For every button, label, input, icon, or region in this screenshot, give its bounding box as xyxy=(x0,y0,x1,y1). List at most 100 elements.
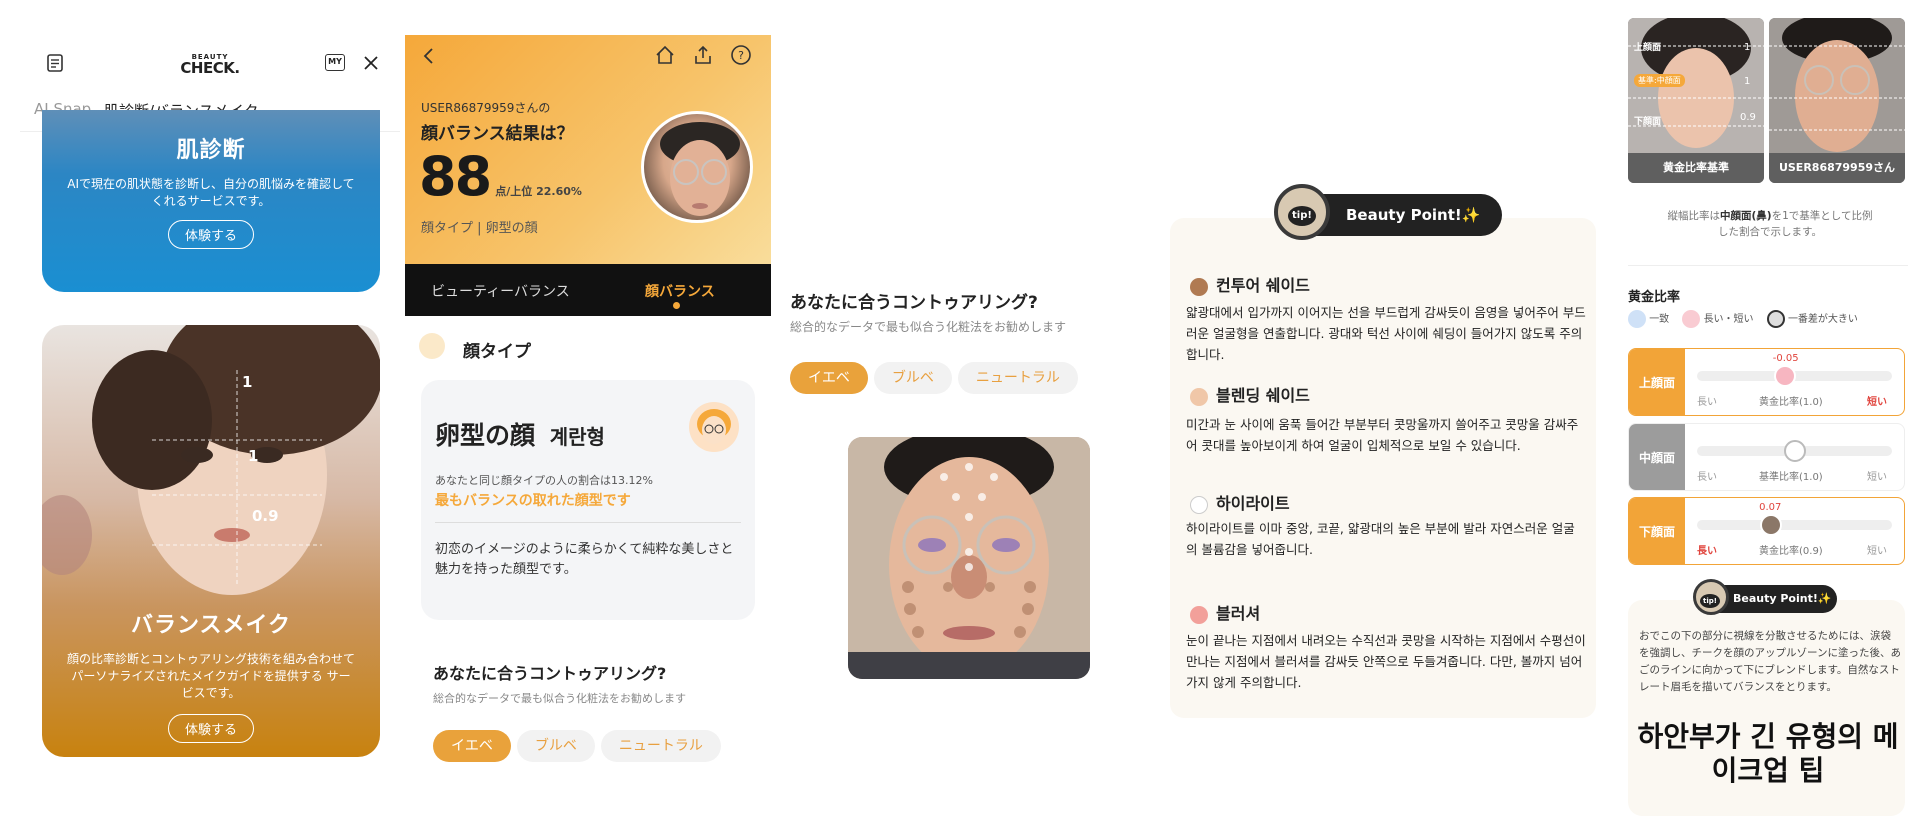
face-desc: 初恋のイメージのように柔らかくて純粋な美しさと魅力を持った顔型です。 xyxy=(435,542,734,577)
section-blending-shade: 블렌딩 쉐이드 xyxy=(1190,382,1310,406)
contour-sub: 総合的なデータで最も似合う化粧法をお勧めします xyxy=(790,320,1067,334)
highlight-color-dot xyxy=(1190,495,1208,514)
tip-text: おでこの下の部分に視線を分散させるためには、涙袋を強調し、チークを顔のアップルゾ… xyxy=(1639,630,1901,693)
golden-photo-caption: 黄金比率基準 xyxy=(1628,153,1764,183)
chip-group: イエベ ブルベ ニュートラル xyxy=(433,730,727,762)
face-name: 卵型の顔 계란형 xyxy=(435,421,605,450)
panel-result: ? USER86879959さんの 顔バランス結果は？ 88 点/上位 22.6… xyxy=(405,0,771,816)
result-tab-bar: ビューティーバランス 顔バランス xyxy=(405,264,771,316)
ratio-track xyxy=(1697,514,1892,536)
user-photo: USER86879959さん xyxy=(1769,18,1905,183)
beauty-point-badge: tip! Beauty Point!✨ xyxy=(1274,184,1502,240)
mid-face-badge: 基準:中顔面 xyxy=(1634,74,1685,87)
panel-contour: あなたに合うコントゥアリング? 総合的なデータで最も似合う化粧法をお勧めします … xyxy=(780,0,1100,816)
ratio-row-label: 上顔面 xyxy=(1629,349,1685,415)
ratio-scale-center: 基準比率(1.0) xyxy=(1759,472,1823,483)
ratio-scale-right: 短い xyxy=(1867,397,1887,408)
ratio-note: 縦幅比率は中顔面(鼻)を1で基準として比例した割合で示します。 xyxy=(1667,210,1873,238)
score-unit: 点/上位 22.60% xyxy=(495,185,582,198)
help-icon[interactable]: ? xyxy=(730,44,752,66)
face-type-character xyxy=(689,402,739,452)
ratio-knob xyxy=(1760,514,1783,536)
chip-neutral[interactable]: ニュートラル xyxy=(600,730,721,762)
section-contour-shade: 컨투어 쉐이드 xyxy=(1190,272,1310,296)
beauty-point-badge: tip! Beauty Point!✨ xyxy=(1693,579,1837,615)
chip-neutral[interactable]: ニュートラル xyxy=(957,362,1078,394)
ratio-value: 0.07 xyxy=(1759,502,1782,513)
score-block: 88 点/上位 22.60% xyxy=(419,145,582,208)
result-header: ? USER86879959さんの 顔バランス結果は？ 88 点/上位 22.6… xyxy=(405,35,771,264)
contour-title: あなたに合うコントゥアリング? xyxy=(433,664,667,683)
ratio-knob xyxy=(1783,440,1806,462)
face-type-section-title: 顔タイプ xyxy=(463,342,531,362)
skin-try-button[interactable]: 体験する xyxy=(167,220,254,249)
tip-compact-icon: tip! xyxy=(1274,184,1330,240)
face-name-kr: 계란형 xyxy=(549,425,605,449)
top-bar: BEAUTY CHECK. MY xyxy=(20,48,400,94)
face-type-card: 卵型の顔 계란형 あなたと同じ顔タイプの人の割合は13.12% 最もバランスの取… xyxy=(421,380,755,620)
chip-yellow-base[interactable]: イエベ xyxy=(433,730,511,762)
share-icon[interactable] xyxy=(692,44,714,66)
mid-ratio: 1 xyxy=(1744,76,1751,87)
lower-face-label: 下顔面 xyxy=(1634,117,1662,127)
ratio-row-label: 下顔面 xyxy=(1629,498,1685,564)
panel-beauty-point: tip! Beauty Point!✨ 컨투어 쉐이드 얇광대에서 입가까지 이… xyxy=(1160,0,1600,816)
big-caption: 하안부가 긴 유형의 메이크업 팁 xyxy=(1637,720,1899,787)
my-page-icon[interactable]: MY xyxy=(325,54,345,71)
long-short-icon xyxy=(1682,310,1701,328)
back-icon[interactable] xyxy=(419,46,439,66)
svg-text:?: ? xyxy=(738,49,744,62)
tab-face-balance[interactable]: 顔バランス xyxy=(645,281,715,301)
highlight-text: 最もバランスの取れた顔型です xyxy=(435,493,631,509)
balance-try-button[interactable]: 体験する xyxy=(167,714,254,743)
ratio-label-lower: 0.9 xyxy=(252,507,279,525)
divider xyxy=(1628,265,1908,266)
balance-card-title: バランスメイク xyxy=(130,613,292,638)
score-value: 88 xyxy=(419,145,492,208)
contour-face-photo xyxy=(848,437,1090,679)
contour-color-dot xyxy=(1190,277,1208,296)
skin-diagnosis-card[interactable]: 肌診断 AIで現在の肌状態を診断し、自分の肌悩みを確認してくれるサービスです。 … xyxy=(42,110,380,292)
blending-shade-body: 미간과 눈 사이에 움푹 들어간 부분부터 콧망울까지 쓸어주고 콧망울 감싸주… xyxy=(1186,417,1579,453)
home-icon[interactable] xyxy=(654,44,676,66)
ratio-legend: 一致 長い・短い 一番差が大きい xyxy=(1628,310,1858,328)
upper-ratio: 1 xyxy=(1744,42,1751,53)
skin-card-title: 肌診断 xyxy=(176,138,246,163)
ratio-scale-right: 短い xyxy=(1867,546,1887,557)
ratio-scale-right: 短い xyxy=(1867,472,1887,483)
tab-beauty-balance[interactable]: ビューティーバランス xyxy=(431,281,570,301)
chip-blue-base[interactable]: ブルベ xyxy=(516,730,595,762)
ratio-value: -0.05 xyxy=(1772,353,1799,364)
lower-ratio: 0.9 xyxy=(1740,112,1756,123)
ratio-scale-center: 黄金比率(0.9) xyxy=(1759,546,1823,557)
notice-icon[interactable] xyxy=(46,54,64,72)
biggest-diff-icon xyxy=(1766,310,1785,328)
blusher-color-dot xyxy=(1190,605,1208,624)
blending-color-dot xyxy=(1190,387,1208,406)
golden-ratio-photo: 上顔面 基準:中顔面 下顔面 1 1 0.9 黄金比率基準 xyxy=(1628,18,1764,183)
ratio-row: 下顔面 0.07 長い 黄金比率(0.9) 短い xyxy=(1628,497,1905,565)
ratio-text: あなたと同じ顔タイプの人の割合は13.12% xyxy=(435,474,653,487)
face-type-line: 顔タイプ | 卵型の顔 xyxy=(421,221,538,236)
chip-blue-base[interactable]: ブルベ xyxy=(873,362,952,394)
upper-face-label: 上顔面 xyxy=(1634,43,1662,53)
ratio-label-upper: 1 xyxy=(242,373,253,391)
ratio-row: 上顔面 -0.05 長い 黄金比率(1.0) 短い xyxy=(1628,348,1905,416)
ratio-scale-center: 黄金比率(1.0) xyxy=(1759,397,1823,408)
match-icon xyxy=(1628,310,1646,328)
blusher-body: 눈이 끝나는 지점에서 내려오는 수직선과 콧망을 시작하는 지점에서 수평선이… xyxy=(1186,633,1586,690)
ratio-track xyxy=(1697,365,1892,387)
ratio-track xyxy=(1697,440,1892,462)
close-icon[interactable] xyxy=(362,54,380,72)
skin-card-desc: AIで現在の肌状態を診断し、自分の肌悩みを確認してくれるサービスです。 xyxy=(67,177,355,208)
ratio-scale-left: 長い xyxy=(1697,546,1717,557)
user-avatar xyxy=(641,111,753,223)
ratio-scale-left: 長い xyxy=(1697,397,1717,408)
brand-logo: BEAUTY CHECK. xyxy=(180,53,240,77)
golden-ratio-title: 黄金比率 xyxy=(1628,290,1681,305)
face-type-icon xyxy=(419,333,445,359)
ratio-row: 中顔面 長い 基準比率(1.0) 短い xyxy=(1628,423,1905,491)
ratio-label-mid: 1 xyxy=(248,447,259,465)
balance-make-card[interactable]: 1 1 0.9 バランスメイク 顔の比率診断とコントゥアリング技術を組み合わせて… xyxy=(42,325,380,757)
chip-yellow-base[interactable]: イエベ xyxy=(790,362,868,394)
